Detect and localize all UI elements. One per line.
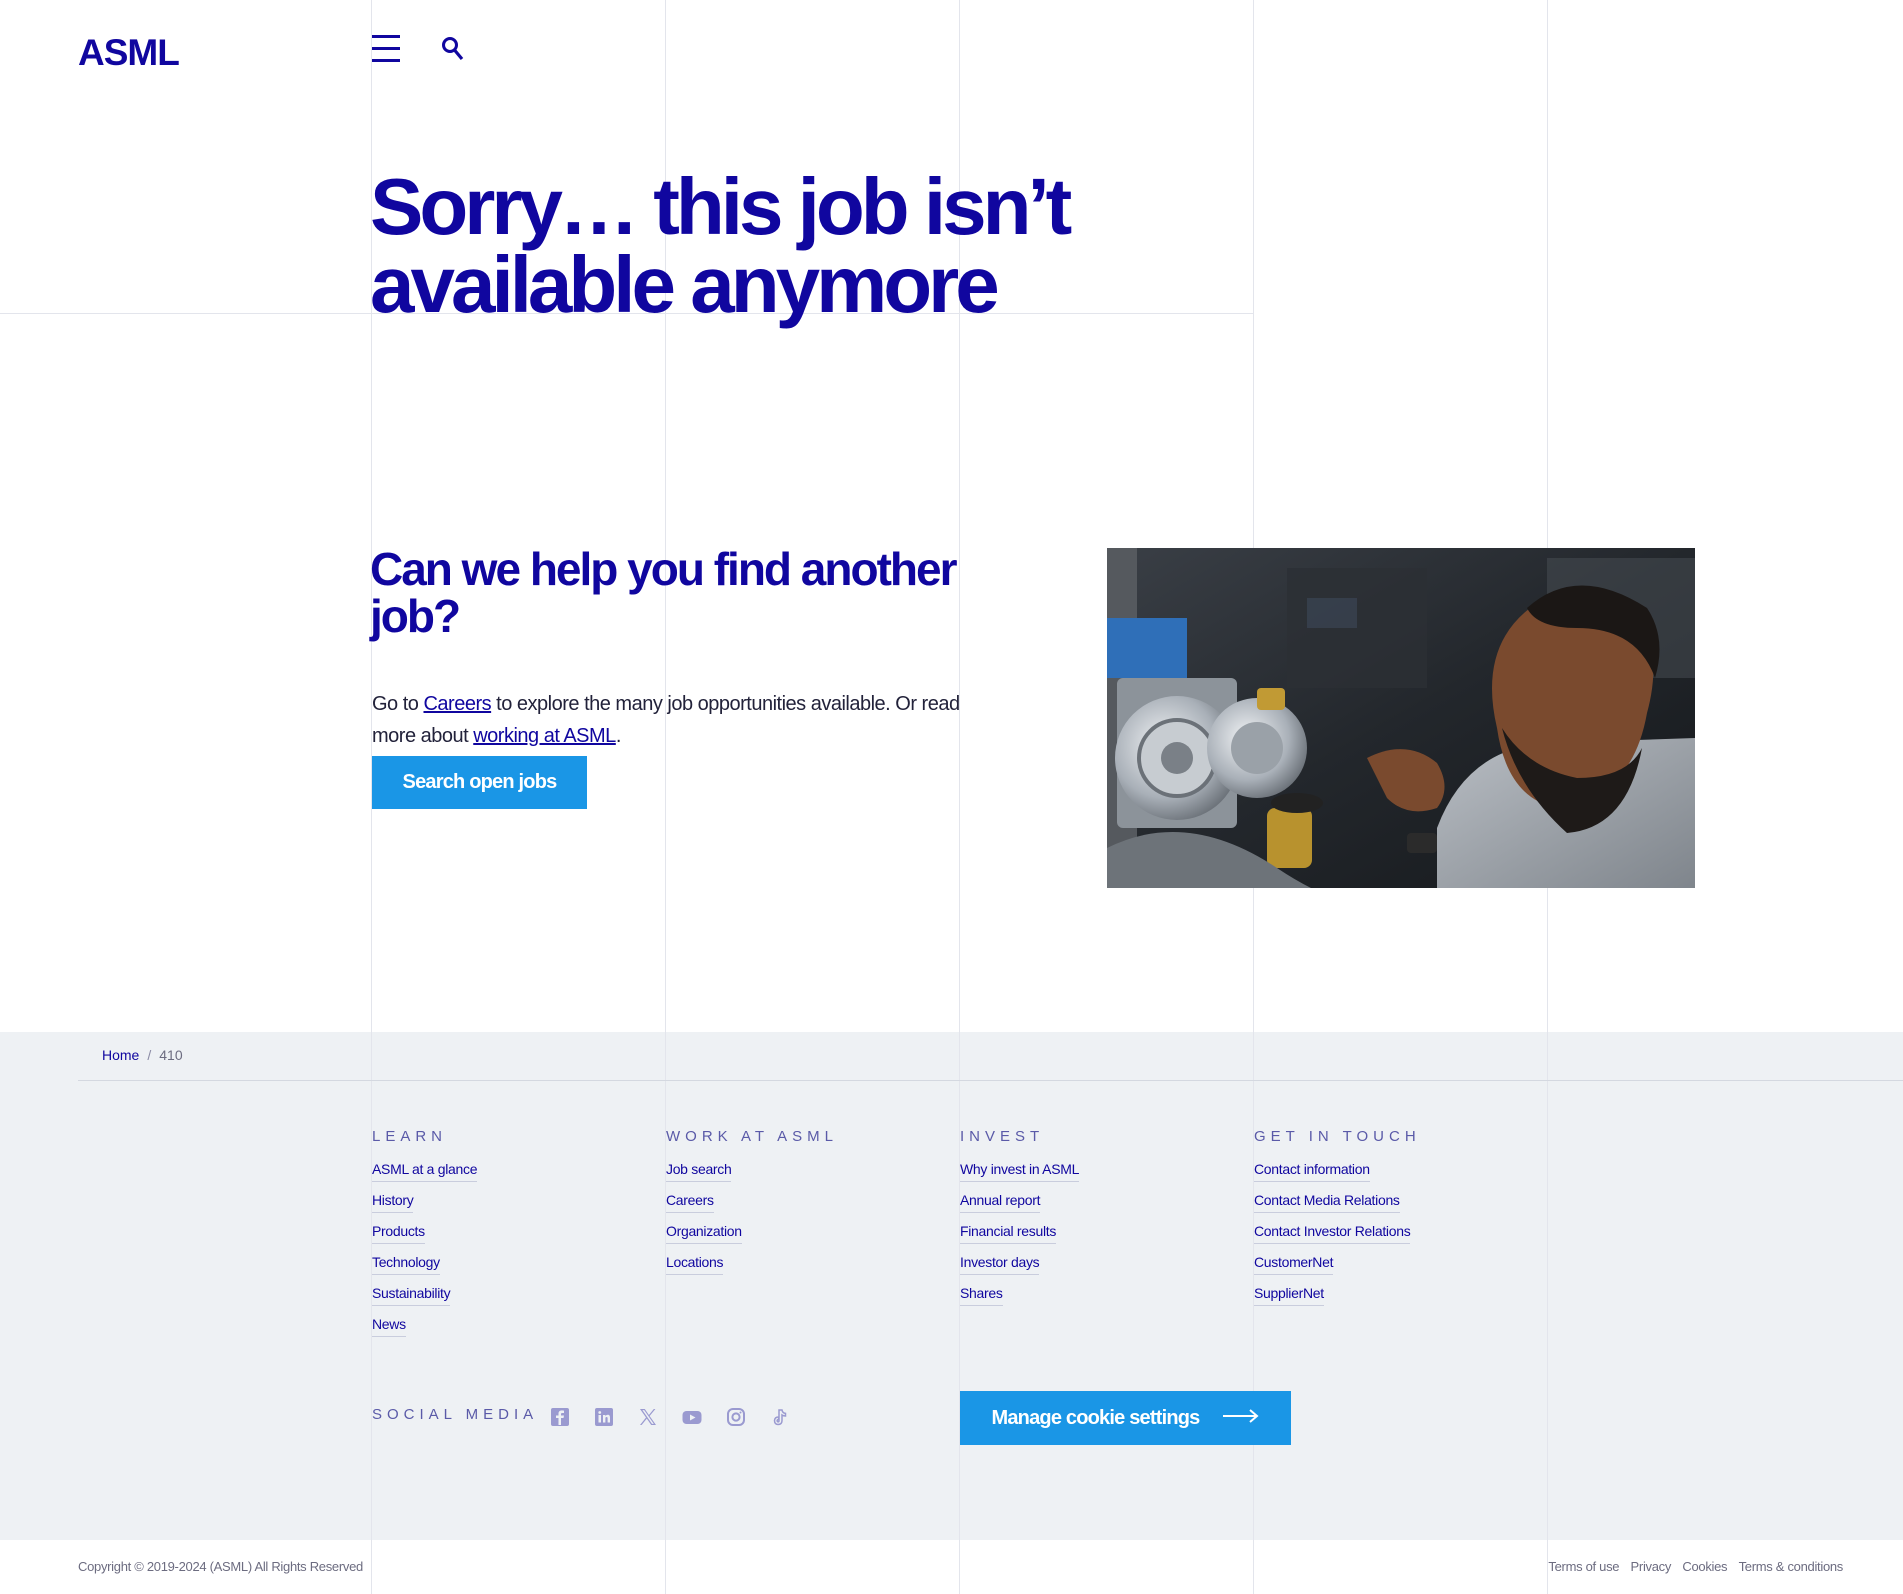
manage-cookie-settings-button[interactable]: Manage cookie settings bbox=[960, 1391, 1291, 1445]
footer-heading: LEARN bbox=[372, 1128, 448, 1145]
youtube-icon[interactable] bbox=[682, 1407, 702, 1427]
facebook-icon[interactable] bbox=[550, 1407, 570, 1427]
copyright-text: Copyright © 2019-2024 (ASML) All Rights … bbox=[78, 1559, 363, 1574]
footer-link[interactable]: News bbox=[372, 1316, 406, 1337]
privacy-link[interactable]: Privacy bbox=[1631, 1559, 1672, 1574]
working-at-asml-link[interactable]: working at ASML bbox=[473, 725, 616, 747]
footer-link[interactable]: Organization bbox=[666, 1223, 742, 1244]
terms-and-conditions-link[interactable]: Terms & conditions bbox=[1739, 1559, 1844, 1574]
footer-link[interactable]: Locations bbox=[666, 1254, 724, 1275]
asml-logo[interactable]: ASML bbox=[78, 32, 180, 74]
cookies-link[interactable]: Cookies bbox=[1682, 1559, 1727, 1574]
breadcrumb-current: 410 bbox=[159, 1047, 183, 1063]
cookie-button-label: Manage cookie settings bbox=[991, 1406, 1200, 1429]
footer-link[interactable]: Job search bbox=[666, 1161, 732, 1182]
tiktok-icon[interactable] bbox=[770, 1407, 790, 1427]
help-text: Go to Careers to explore the many job op… bbox=[372, 693, 960, 747]
footer-column-work-at-asml: WORK AT ASML Job search Careers Organiza… bbox=[666, 1128, 838, 1285]
engineer-photo bbox=[1107, 548, 1695, 888]
breadcrumb: Home / 410 bbox=[102, 1047, 183, 1063]
help-heading: Can we help you find another job? bbox=[370, 543, 957, 642]
footer-link[interactable]: Contact information bbox=[1254, 1161, 1370, 1182]
footer-link[interactable]: SupplierNet bbox=[1254, 1285, 1324, 1306]
footer-link[interactable]: Investor days bbox=[960, 1254, 1040, 1275]
footer-column-get-in-touch: GET IN TOUCH Contact information Contact… bbox=[1254, 1128, 1421, 1316]
footer-link[interactable]: History bbox=[372, 1192, 414, 1213]
instagram-icon[interactable] bbox=[726, 1407, 746, 1427]
footer-link[interactable]: Sustainability bbox=[372, 1285, 451, 1306]
social-media-label: SOCIAL MEDIA bbox=[372, 1406, 539, 1423]
terms-of-use-link[interactable]: Terms of use bbox=[1548, 1559, 1619, 1574]
footer-divider bbox=[78, 1080, 1903, 1081]
footer bbox=[0, 1032, 1903, 1540]
linkedin-icon[interactable] bbox=[594, 1407, 614, 1427]
footer-link[interactable]: Contact Investor Relations bbox=[1254, 1223, 1411, 1244]
footer-column-learn: LEARN ASML at a glance History Products … bbox=[372, 1128, 478, 1347]
footer-link[interactable]: ASML at a glance bbox=[372, 1161, 478, 1182]
footer-heading: WORK AT ASML bbox=[666, 1128, 838, 1145]
page-title: Sorry… this job isn’t available anymore bbox=[370, 162, 1072, 329]
x-icon[interactable] bbox=[638, 1407, 658, 1427]
legal-links: Terms of use Privacy Cookies Terms & con… bbox=[1540, 1559, 1843, 1574]
footer-link[interactable]: Contact Media Relations bbox=[1254, 1192, 1400, 1213]
footer-link[interactable]: Technology bbox=[372, 1254, 440, 1275]
footer-heading: INVEST bbox=[960, 1128, 1045, 1145]
footer-link[interactable]: CustomerNet bbox=[1254, 1254, 1333, 1275]
search-open-jobs-button[interactable]: Search open jobs bbox=[372, 756, 587, 809]
footer-link[interactable]: Products bbox=[372, 1223, 425, 1244]
footer-column-invest: INVEST Why invest in ASML Annual report … bbox=[960, 1128, 1079, 1316]
breadcrumb-home-link[interactable]: Home bbox=[102, 1047, 139, 1063]
footer-link[interactable]: Why invest in ASML bbox=[960, 1161, 1079, 1182]
breadcrumb-separator: / bbox=[147, 1047, 152, 1063]
footer-link[interactable]: Annual report bbox=[960, 1192, 1040, 1213]
footer-heading: GET IN TOUCH bbox=[1254, 1128, 1421, 1145]
careers-link[interactable]: Careers bbox=[423, 693, 491, 715]
footer-link[interactable]: Shares bbox=[960, 1285, 1003, 1306]
footer-link[interactable]: Financial results bbox=[960, 1223, 1056, 1244]
footer-link[interactable]: Careers bbox=[666, 1192, 714, 1213]
search-icon[interactable] bbox=[441, 36, 465, 62]
hamburger-menu-icon[interactable] bbox=[372, 35, 400, 65]
arrow-right-icon bbox=[1222, 1407, 1260, 1430]
